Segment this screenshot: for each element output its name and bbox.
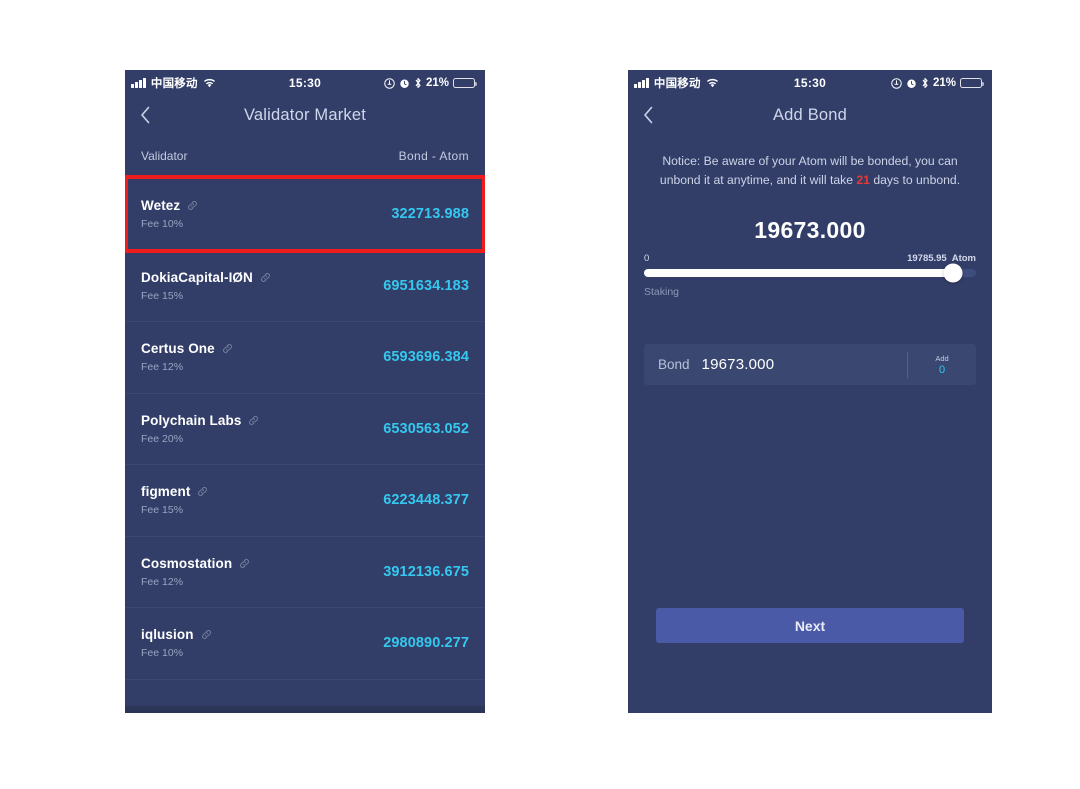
add-stepper[interactable]: Add 0 xyxy=(908,354,976,376)
status-bar-left: 中国移动 15:30 21% xyxy=(125,70,485,96)
bond-field-label: Bond xyxy=(658,357,690,372)
link-icon[interactable] xyxy=(239,558,250,569)
validator-name: DokiaCapital-IØN xyxy=(141,269,253,285)
validator-row[interactable]: iqlusion Fee 10% 2980890.277 xyxy=(125,607,485,679)
link-icon[interactable] xyxy=(187,200,198,211)
validator-name: iqlusion xyxy=(141,627,194,643)
validator-info: iqlusion Fee 10% xyxy=(141,627,212,659)
next-button[interactable]: Next xyxy=(656,608,964,643)
bond-input-row[interactable]: Bond 19673.000 Add 0 xyxy=(644,344,976,385)
status-bar-right: 中国移动 15:30 21% xyxy=(628,70,992,96)
validator-row[interactable]: Cosmostation Fee 12% 3912136.675 xyxy=(125,535,485,608)
column-header-validator: Validator xyxy=(141,149,188,163)
page-title: Validator Market xyxy=(243,105,367,124)
clock-label: 15:30 xyxy=(288,76,322,90)
column-header-bond: Bond - Atom xyxy=(398,149,469,163)
slider-track[interactable] xyxy=(644,263,976,283)
battery-icon xyxy=(453,77,478,89)
validator-bond-amount: 6951634.183 xyxy=(383,277,469,294)
validator-bond-amount: 322713.988 xyxy=(391,206,469,223)
validator-name: Wetez xyxy=(141,198,181,214)
amount-slider[interactable]: 0 19785.95 Atom Staking xyxy=(628,253,992,298)
add-value: 0 xyxy=(938,363,946,376)
slider-min-label: 0 xyxy=(644,253,650,264)
clock-label: 15:30 xyxy=(793,76,827,90)
validator-fee: Fee 15% xyxy=(141,289,184,302)
phone-screen-add-bond: 中国移动 15:30 21% Add Bond Notice: Be aware… xyxy=(628,70,992,713)
validator-bond-amount: 6223448.377 xyxy=(383,492,469,509)
validator-fee: Fee 15% xyxy=(141,504,184,517)
notice-text: Notice: Be aware of your Atom will be bo… xyxy=(628,134,992,190)
validator-name: Cosmostation xyxy=(141,555,233,571)
phone-screen-validator-market: 中国移动 15:30 21% Validator Market Validato… xyxy=(125,70,485,713)
validator-bond-amount: 3912136.675 xyxy=(383,563,469,580)
validator-list: Wetez Fee 10% 322713.988 DokiaCapital-IØN Fe… xyxy=(125,178,485,679)
validator-info: figment Fee 15% xyxy=(141,484,208,516)
link-icon[interactable] xyxy=(222,343,233,354)
validator-name-line: figment xyxy=(141,484,208,499)
validator-info: Wetez Fee 10% xyxy=(141,198,198,230)
validator-row[interactable]: figment Fee 15% 6223448.377 xyxy=(125,464,485,536)
page-title: Add Bond xyxy=(772,105,848,124)
validator-row[interactable]: DokiaCapital-IØN Fee 15% 6951634.183 xyxy=(125,249,485,322)
slider-fill xyxy=(644,269,953,277)
validator-info: Polychain Labs Fee 20% xyxy=(141,413,259,445)
add-label: Add xyxy=(935,353,949,363)
validator-bond-amount: 6530563.052 xyxy=(383,420,469,437)
validator-fee: Fee 12% xyxy=(141,575,184,588)
notice-part2: days to unbond. xyxy=(869,173,961,187)
validator-info: Certus One Fee 12% xyxy=(141,341,233,373)
validator-name-line: DokiaCapital-IØN xyxy=(141,270,271,285)
bottom-bar xyxy=(125,706,485,713)
link-icon[interactable] xyxy=(197,486,208,497)
validator-name-line: iqlusion xyxy=(141,627,212,642)
bond-field-value[interactable]: 19673.000 xyxy=(702,356,775,373)
battery-icon xyxy=(960,77,985,89)
validator-name-line: Wetez xyxy=(141,198,198,213)
validator-bond-amount: 2980890.277 xyxy=(383,635,469,652)
link-icon[interactable] xyxy=(260,272,271,283)
validator-row[interactable]: Polychain Labs Fee 20% 6530563.052 xyxy=(125,392,485,465)
validator-name: figment xyxy=(141,484,191,500)
list-column-headers: Validator Bond - Atom xyxy=(125,134,485,178)
validator-fee: Fee 10% xyxy=(141,647,184,660)
validator-fee: Fee 12% xyxy=(141,361,184,374)
validator-info: Cosmostation Fee 12% xyxy=(141,556,250,588)
validator-info: DokiaCapital-IØN Fee 15% xyxy=(141,270,271,302)
validator-name-line: Certus One xyxy=(141,341,233,356)
validator-name: Polychain Labs xyxy=(141,412,242,428)
link-icon[interactable] xyxy=(201,629,212,640)
validator-fee: Fee 10% xyxy=(141,218,184,231)
validator-name-line: Polychain Labs xyxy=(141,413,259,428)
validator-row[interactable]: Certus One Fee 12% 6593696.384 xyxy=(125,321,485,393)
slider-thumb[interactable] xyxy=(943,263,963,283)
slider-sub-label: Staking xyxy=(644,286,680,298)
nav-bar-right: Add Bond xyxy=(628,96,992,134)
slider-labels: 0 19785.95 Atom xyxy=(644,253,976,264)
notice-days-value: 21 xyxy=(856,173,870,187)
validator-fee: Fee 20% xyxy=(141,432,184,445)
validator-bond-amount: 6593696.384 xyxy=(383,349,469,366)
slider-unit-label: Atom xyxy=(951,253,976,264)
bond-amount-display: 19673.000 xyxy=(754,217,866,243)
link-icon[interactable] xyxy=(248,415,259,426)
slider-max-label: 19785.95 xyxy=(907,253,947,264)
validator-row[interactable]: Wetez Fee 10% 322713.988 xyxy=(125,178,485,250)
validator-name-line: Cosmostation xyxy=(141,556,250,571)
nav-bar-left: Validator Market xyxy=(125,96,485,134)
screenshot-stage: 中国移动 15:30 21% Validator Market Validato… xyxy=(0,0,1080,789)
validator-name: Certus One xyxy=(141,341,215,357)
